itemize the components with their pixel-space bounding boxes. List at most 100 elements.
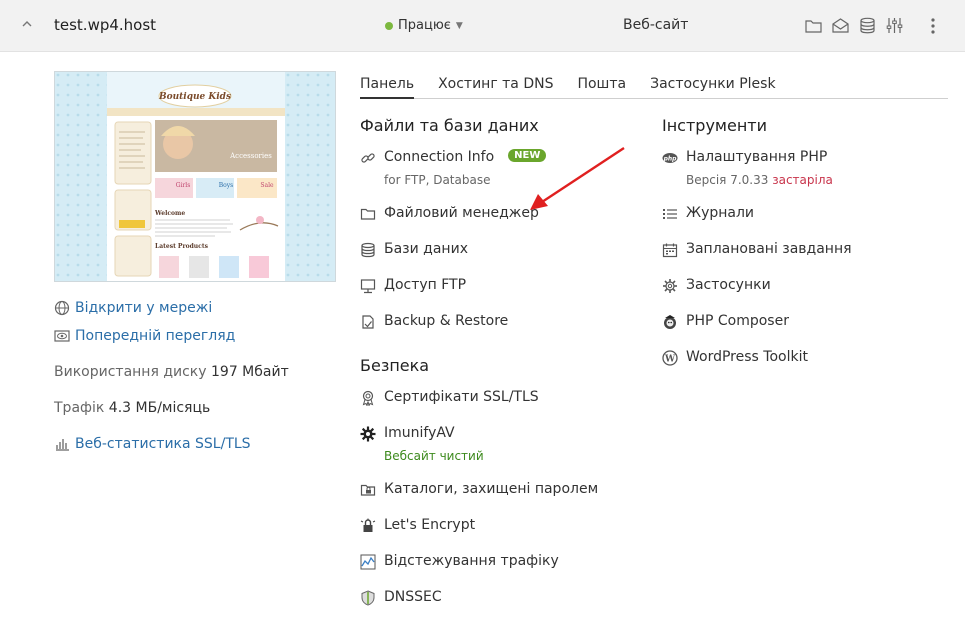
locked-folder-icon — [360, 484, 376, 496]
php-settings-label: Налаштування PHP — [686, 149, 828, 165]
php-outdated-label: застаріла — [772, 173, 833, 187]
tab-bar: Панель Хостинг та DNS Пошта Застосунки P… — [360, 74, 948, 99]
protected-dirs-label: Каталоги, захищені паролем — [384, 481, 599, 497]
bar-chart-icon — [56, 439, 69, 451]
list-icon — [663, 209, 677, 219]
imunify-gear-icon — [360, 426, 376, 442]
composer-icon — [664, 315, 676, 329]
database-icon — [361, 242, 375, 258]
dnssec-item[interactable]: DNSSEC — [360, 589, 442, 606]
dnssec-label: DNSSEC — [384, 589, 442, 605]
security-section-title: Безпека — [360, 356, 430, 375]
domain-name[interactable]: test.wp4.host — [54, 16, 156, 34]
connection-info-label: Connection Info — [384, 149, 495, 165]
backup-icon — [362, 315, 374, 329]
globe-icon — [54, 300, 70, 316]
applications-item[interactable]: Застосунки — [662, 277, 771, 294]
collapse-chevron-icon[interactable] — [20, 17, 34, 31]
subscription-header: test.wp4.host Працює ▼ Веб-сайт — [0, 0, 965, 52]
wordpress-toolkit-label: WordPress Toolkit — [686, 349, 808, 365]
more-options-icon[interactable] — [927, 16, 939, 36]
svg-text:php: php — [663, 156, 678, 163]
preview-accessories: Accessories — [229, 152, 272, 160]
imunifyav-status: Вебсайт чистий — [384, 449, 484, 463]
site-type-label: Веб-сайт — [623, 17, 689, 33]
shield-icon — [361, 590, 375, 606]
traffic-monitoring-label: Відстежування трафіку — [384, 553, 559, 569]
traffic-label: Трафік — [54, 400, 105, 416]
ftp-access-item[interactable]: Доступ FTP — [360, 277, 466, 294]
preview-sale: Sale — [260, 182, 274, 189]
gear-icon — [663, 279, 677, 293]
php-composer-label: PHP Composer — [686, 313, 789, 329]
scheduled-tasks-label: Заплановані завдання — [686, 241, 852, 257]
database-icon[interactable] — [858, 16, 877, 35]
php-version-label: Версія 7.0.33 — [686, 173, 769, 187]
files-section-title: Файли та бази даних — [360, 116, 539, 135]
php-composer-item[interactable]: PHP Composer — [662, 313, 789, 330]
disk-usage-value: 197 Мбайт — [211, 364, 289, 380]
wordpress-toolkit-item[interactable]: W WordPress Toolkit — [662, 349, 808, 366]
file-manager-label: Файловий менеджер — [384, 205, 539, 221]
mail-icon[interactable] — [831, 16, 850, 35]
monitor-icon — [360, 279, 376, 294]
traffic-value: 4.3 МБ/місяць — [108, 400, 211, 416]
traffic-usage: Трафік 4.3 МБ/місяць — [54, 400, 210, 416]
ssl-certificates-label: Сертифікати SSL/TLS — [384, 389, 539, 405]
letsencrypt-label: Let's Encrypt — [384, 517, 476, 533]
svg-text:W: W — [664, 355, 676, 365]
scheduled-tasks-item[interactable]: Заплановані завдання — [662, 241, 852, 258]
preview-boys: Boys — [219, 182, 234, 189]
logs-label: Журнали — [686, 205, 755, 221]
connection-info-sub: for FTP, Database — [384, 173, 491, 187]
php-icon: php — [662, 153, 678, 163]
link-icon — [361, 153, 375, 163]
databases-label: Бази даних — [384, 241, 468, 257]
padlock-icon — [360, 518, 376, 532]
site-preview-thumbnail[interactable]: Boutique Kids Accessories Girls Boys Sal… — [54, 71, 336, 282]
certificate-icon — [362, 390, 374, 406]
wordpress-icon: W — [662, 350, 678, 366]
backup-restore-item[interactable]: Backup & Restore — [360, 313, 508, 330]
annotation-arrow-icon — [530, 146, 625, 210]
preview-site-name: Boutique Kids — [158, 92, 231, 102]
web-stats-label: Веб-статистика SSL/TLS — [75, 436, 251, 452]
tab-mail[interactable]: Пошта — [577, 74, 626, 99]
backup-restore-label: Backup & Restore — [384, 313, 509, 329]
imunifyav-item[interactable]: ImunifyAV — [360, 425, 455, 442]
preview-latest: Latest Products — [155, 243, 209, 250]
php-version: Версія 7.0.33 застаріла — [686, 173, 833, 187]
preview-girls: Girls — [176, 182, 191, 189]
databases-item[interactable]: Бази даних — [360, 241, 468, 258]
preview-label: Попередній перегляд — [75, 328, 236, 344]
tab-plesk-apps[interactable]: Застосунки Plesk — [650, 74, 775, 99]
tab-hosting-dns[interactable]: Хостинг та DNS — [438, 74, 553, 99]
tools-section-title: Інструменти — [662, 116, 768, 135]
chevron-down-icon: ▼ — [455, 20, 463, 31]
tab-dashboard[interactable]: Панель — [360, 74, 415, 99]
folder-icon — [360, 208, 376, 220]
logs-item[interactable]: Журнали — [662, 205, 754, 222]
preview-link[interactable]: Попередній перегляд — [54, 328, 235, 344]
letsencrypt-item[interactable]: Let's Encrypt — [360, 517, 475, 534]
disk-usage: Використання диску 197 Мбайт — [54, 364, 289, 380]
file-manager-item[interactable]: Файловий менеджер — [360, 205, 539, 222]
eye-icon — [54, 330, 70, 342]
protected-dirs-item[interactable]: Каталоги, захищені паролем — [360, 481, 598, 498]
status-dropdown[interactable]: Працює ▼ — [385, 18, 463, 33]
web-stats-link[interactable]: Веб-статистика SSL/TLS — [54, 436, 251, 452]
disk-usage-label: Використання диску — [54, 364, 207, 380]
open-online-label: Відкрити у мережі — [75, 300, 213, 316]
preview-welcome: Welcome — [154, 210, 185, 217]
calendar-icon — [662, 243, 678, 258]
traffic-chart-icon — [360, 554, 376, 570]
connection-info-item[interactable]: Connection Info NEW — [360, 149, 547, 166]
settings-sliders-icon[interactable] — [885, 16, 904, 35]
open-online-link[interactable]: Відкрити у мережі — [54, 300, 212, 316]
traffic-monitoring-item[interactable]: Відстежування трафіку — [360, 553, 559, 570]
status-dot-icon — [385, 21, 393, 30]
php-settings-item[interactable]: php Налаштування PHP — [662, 149, 827, 166]
ssl-certificates-item[interactable]: Сертифікати SSL/TLS — [360, 389, 539, 406]
applications-label: Застосунки — [686, 277, 771, 293]
folder-icon[interactable] — [804, 16, 823, 35]
